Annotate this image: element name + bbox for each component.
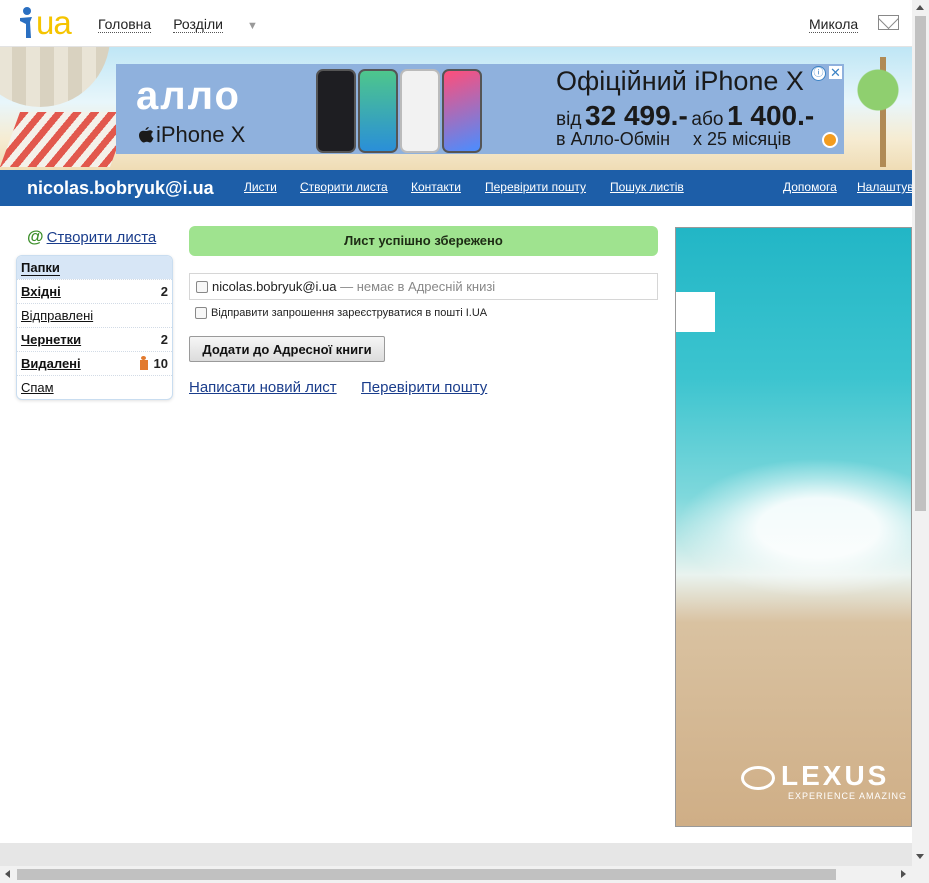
apple-icon (139, 127, 154, 143)
folder-sent[interactable]: Відправлені (17, 303, 172, 327)
nav-compose-link[interactable]: Створити листа (300, 180, 388, 194)
empty-trash-icon[interactable] (138, 356, 150, 371)
chevron-down-icon[interactable]: ▼ (247, 20, 258, 32)
nav-letters-link[interactable]: Листи (244, 180, 277, 194)
nav-contacts-link[interactable]: Контакти (411, 180, 461, 194)
folders-panel: Папки Вхідні 2 Відправлені Чернетки 2 Ви… (16, 255, 173, 400)
user-name-link[interactable]: Микола (809, 16, 859, 33)
at-icon: @ (27, 227, 44, 246)
side-ad[interactable]: LEXUS EXPERIENCE AMAZING (675, 227, 912, 827)
create-letter-section: @ Створити листа (27, 227, 156, 247)
ad-from-label: від (556, 109, 582, 130)
ad-price-row: від 32 499.- або 1 400.- (556, 100, 814, 132)
folder-count: 2 (160, 284, 168, 299)
nav-sections-link[interactable]: Розділи (173, 16, 223, 33)
top-bar: ua Головна Розділи ▼ Микола (0, 0, 912, 47)
ad-phones-image (316, 69, 491, 153)
ad-monthly-price: 1 400.- (727, 100, 815, 131)
contact-note: — немає в Адресній книзі (336, 279, 496, 294)
scroll-up-arrow-icon[interactable] (916, 5, 924, 10)
folder-label[interactable]: Чернетки (21, 332, 81, 347)
account-email[interactable]: nicolas.bobryuk@i.ua (27, 178, 214, 199)
phone-image (316, 69, 356, 153)
folder-label[interactable]: Спам (21, 380, 54, 395)
ad-surf-image (676, 458, 911, 598)
invite-label: Відправити запрошення зареєструватися в … (211, 307, 488, 319)
scroll-down-arrow-icon[interactable] (916, 854, 924, 859)
nav-home-link[interactable]: Головна (98, 16, 152, 33)
scroll-right-arrow-icon[interactable] (901, 870, 906, 878)
iua-logo[interactable]: ua (18, 4, 78, 42)
ad-price: 32 499.- (585, 100, 688, 131)
contact-row: nicolas.bobryuk@i.ua — немає в Адресній … (189, 273, 658, 300)
create-letter-link[interactable]: Створити листа (47, 229, 157, 246)
ad-brand: алло (136, 74, 241, 118)
folders-title-link[interactable]: Папки (21, 260, 60, 276)
ad-model-text: iPhone X (156, 122, 246, 147)
folder-label[interactable]: Видалені (21, 356, 81, 371)
banner-ad[interactable]: алло iPhone X Офіційний iPhone X від 32 … (116, 64, 844, 154)
phone-image (400, 69, 440, 153)
ad-choices-icon[interactable] (822, 132, 838, 148)
nav-check-mail-link[interactable]: Перевірити пошту (485, 180, 586, 194)
ad-or-label: або (691, 109, 724, 130)
ad-brand-block: алло iPhone X (116, 64, 301, 154)
footer-strip (0, 843, 912, 866)
top-nav: Головна Розділи ▼ (98, 16, 280, 33)
lexus-slogan: EXPERIENCE AMAZING (788, 791, 908, 801)
success-message: Лист успішно збережено (189, 226, 658, 256)
horizontal-scroll-thumb[interactable] (17, 869, 836, 880)
nav-settings-link[interactable]: Налаштування (857, 180, 912, 194)
folder-drafts[interactable]: Чернетки 2 (17, 327, 172, 351)
beach-chair-decoration (0, 112, 131, 167)
write-new-letter-link[interactable]: Написати новий лист (189, 379, 337, 396)
logo-text: ua (36, 4, 72, 41)
contact-text: nicolas.bobryuk@i.ua — немає в Адресній … (212, 279, 495, 294)
folder-trash[interactable]: Видалені 10 (17, 351, 172, 375)
ad-terms-row: в Алло-Обмін х 25 місяців (556, 129, 791, 150)
scroll-left-arrow-icon[interactable] (5, 870, 10, 878)
ad-info-icon[interactable]: ⓘ (811, 66, 826, 81)
lexus-logo: LEXUS (741, 760, 889, 792)
folder-count: 10 (153, 356, 168, 371)
phone-image (442, 69, 482, 153)
folder-spam[interactable]: Спам (17, 375, 172, 399)
lexus-emblem-icon (741, 765, 775, 790)
umbrella-decoration (0, 47, 110, 107)
ad-model: iPhone X (138, 122, 245, 148)
ad-tradein-label: в Алло-Обмін (556, 129, 671, 149)
ad-months-label: х 25 місяців (693, 129, 792, 149)
add-to-address-book-button[interactable]: Додати до Адресної книги (189, 336, 385, 362)
horizontal-scrollbar[interactable] (0, 866, 929, 883)
folder-inbox[interactable]: Вхідні 2 (17, 279, 172, 303)
check-mail-link[interactable]: Перевірити пошту (361, 379, 487, 396)
mail-nav-bar: nicolas.bobryuk@i.ua Листи Створити лист… (0, 170, 912, 206)
invite-checkbox[interactable] (195, 307, 207, 319)
phone-image (358, 69, 398, 153)
vertical-scroll-thumb[interactable] (915, 16, 926, 511)
folder-label[interactable]: Відправлені (21, 308, 93, 323)
palm-decoration (850, 57, 912, 167)
folder-label[interactable]: Вхідні (21, 284, 61, 299)
contact-checkbox[interactable] (196, 281, 208, 293)
nav-search-link[interactable]: Пошук листів (610, 180, 684, 194)
folder-count: 2 (160, 332, 168, 347)
ad-white-block (676, 292, 715, 332)
contact-email: nicolas.bobryuk@i.ua (212, 279, 337, 294)
lexus-brand: LEXUS (781, 760, 890, 791)
ad-title: Офіційний iPhone X (556, 66, 804, 96)
nav-help-link[interactable]: Допомога (783, 180, 837, 194)
vertical-scrollbar[interactable] (912, 0, 929, 866)
folders-header: Папки (17, 256, 172, 279)
envelope-icon[interactable] (878, 15, 899, 30)
ad-close-icon[interactable]: ✕ (829, 66, 842, 79)
